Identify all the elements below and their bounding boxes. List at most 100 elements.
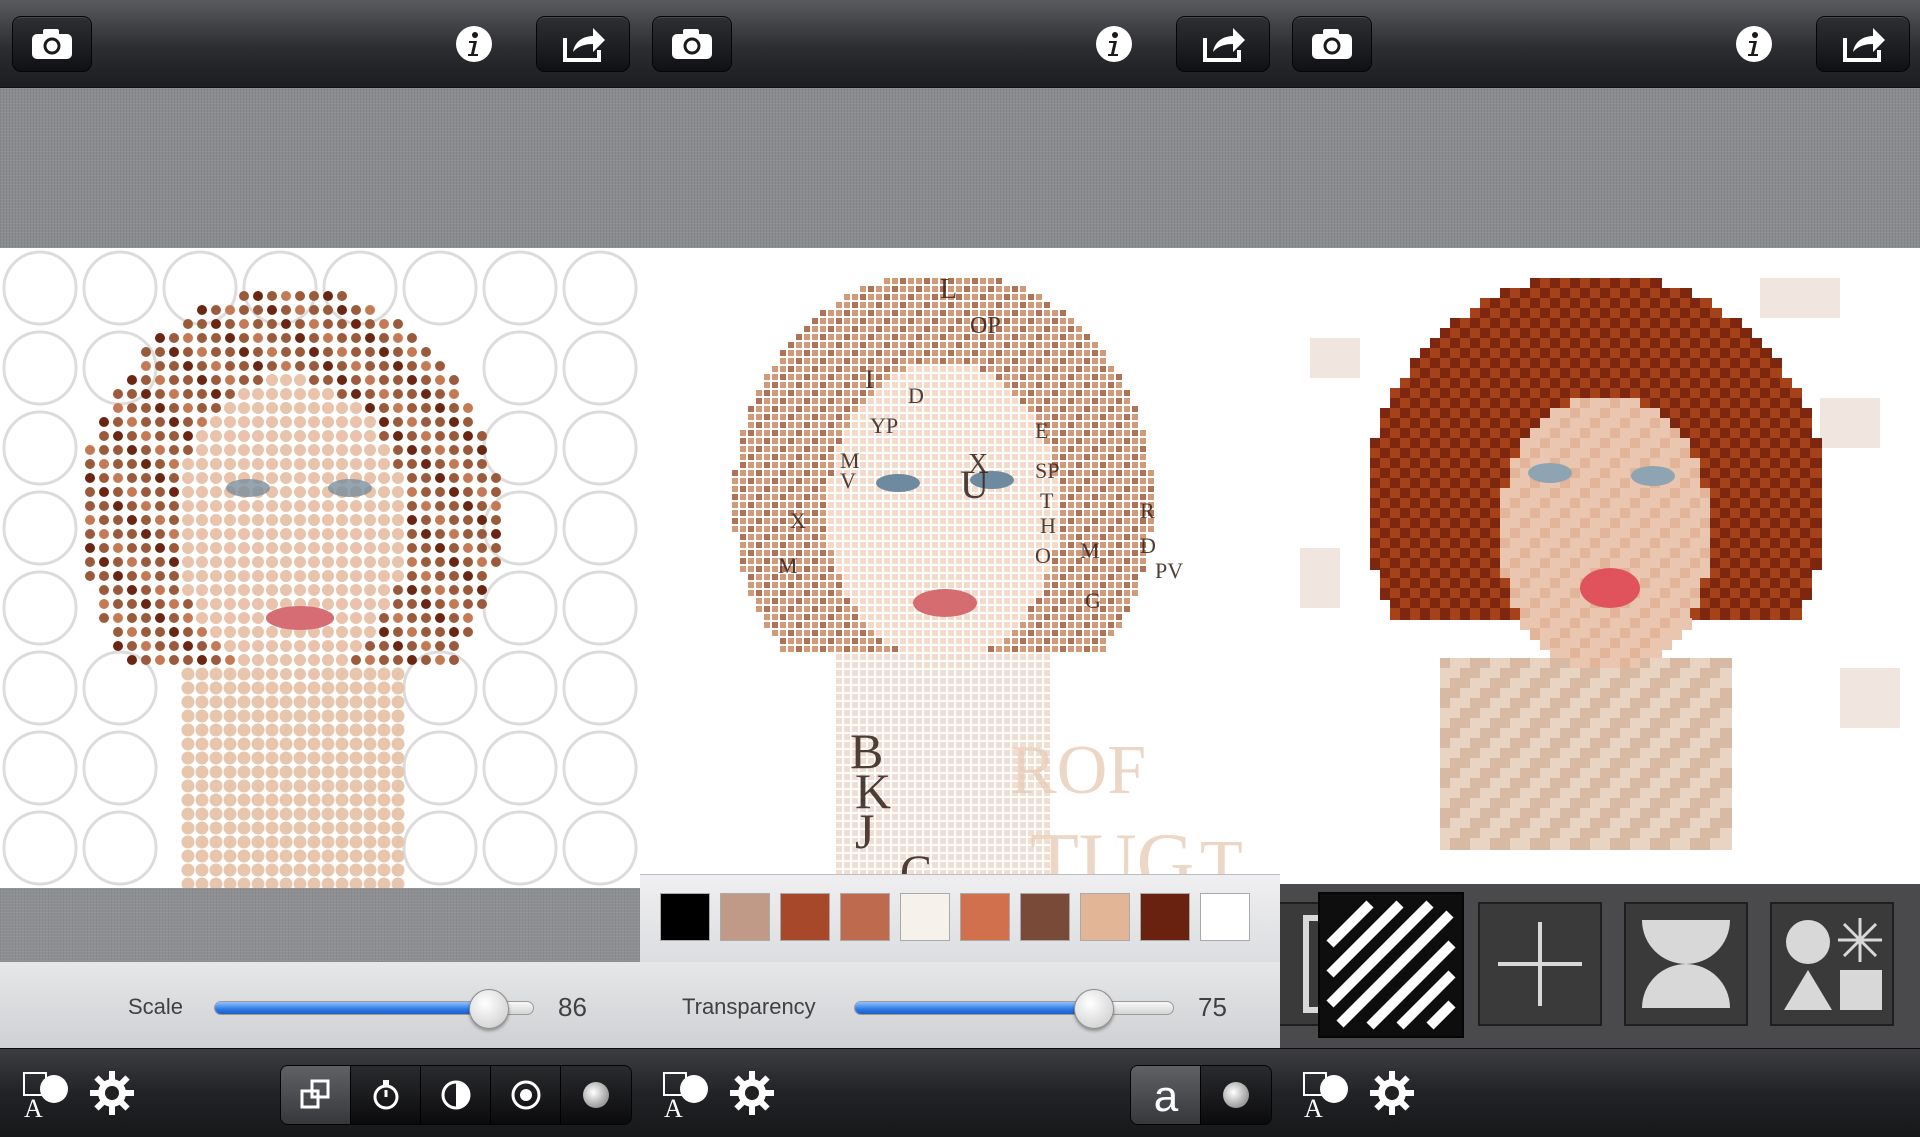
brush-art-canvas[interactable]: [1280, 248, 1920, 888]
mosaic-tile: [996, 798, 1002, 804]
mosaic-tile: [1076, 326, 1082, 332]
color-swatch[interactable]: [1140, 893, 1190, 941]
mosaic-tile: [940, 542, 946, 548]
share-button[interactable]: [536, 16, 630, 72]
mosaic-tile: [932, 654, 938, 660]
camera-button[interactable]: [652, 16, 732, 72]
halftone-dot: [225, 375, 235, 385]
halftone-dot: [377, 765, 391, 779]
halftone-dot: [225, 655, 235, 665]
mosaic-tile: [1076, 446, 1082, 452]
mosaic-tile: [1020, 390, 1026, 396]
mode-contrast[interactable]: [421, 1066, 491, 1124]
halftone-dot: [267, 361, 277, 371]
share-button[interactable]: [1816, 16, 1910, 72]
mode-letter[interactable]: a: [1131, 1066, 1201, 1124]
mosaic-tile: [876, 862, 882, 868]
linen-background: [0, 88, 640, 248]
letter-art-canvas[interactable]: L OP I D X YP M V E SP X M U T H O M G R D PV B K J C ROF TUG T: [640, 248, 1280, 888]
info-icon[interactable]: [1094, 24, 1134, 64]
mode-target[interactable]: [491, 1066, 561, 1124]
color-swatch[interactable]: [1080, 893, 1130, 941]
mosaic-tile: [1068, 622, 1074, 628]
slider-track[interactable]: [854, 1001, 1174, 1015]
color-swatch[interactable]: [960, 893, 1010, 941]
mosaic-letter: V: [840, 468, 856, 493]
color-swatch[interactable]: [780, 893, 830, 941]
mode-dot[interactable]: [1201, 1066, 1271, 1124]
halftone-dot: [169, 361, 179, 371]
halftone-dot: [85, 543, 95, 553]
mosaic-tile: [1116, 438, 1122, 444]
halftone-dot: [392, 556, 404, 568]
circle-art-canvas[interactable]: [0, 248, 640, 888]
shapes-text-icon[interactable]: A: [20, 1065, 76, 1121]
mosaic-tile: [1060, 446, 1066, 452]
halftone-dot: [279, 723, 293, 737]
halftone-dot: [197, 403, 207, 413]
mosaic-tile: [876, 518, 882, 524]
mosaic-tile: [1140, 470, 1146, 476]
halftone-ring: [562, 570, 638, 646]
mosaic-tile: [964, 542, 970, 548]
mosaic-tile: [1028, 494, 1034, 500]
gear-icon[interactable]: [724, 1065, 780, 1121]
mosaic-tile: [884, 358, 890, 364]
mosaic-tile: [988, 630, 994, 636]
mosaic-tile: [796, 422, 802, 428]
mosaic-tile: [748, 478, 754, 484]
mosaic-tile: [908, 630, 914, 636]
mosaic-tile: [804, 486, 810, 492]
mosaic-tile: [940, 854, 946, 860]
halftone-dot: [251, 821, 265, 835]
mosaic-tile: [956, 790, 962, 796]
color-swatch[interactable]: [660, 893, 710, 941]
mosaic-tile: [956, 742, 962, 748]
halftone-dot: [449, 613, 459, 623]
mosaic-tile: [940, 710, 946, 716]
mode-resize[interactable]: [281, 1066, 351, 1124]
halftone-dot: [308, 472, 320, 484]
halftone-dot: [251, 765, 265, 779]
color-swatch[interactable]: [720, 893, 770, 941]
shapes-text-icon[interactable]: A: [660, 1065, 716, 1121]
halftone-dot: [225, 361, 235, 371]
slider-knob[interactable]: [469, 989, 510, 1029]
gear-icon[interactable]: [84, 1065, 140, 1121]
mode-timer[interactable]: [351, 1066, 421, 1124]
mosaic-tile: [908, 502, 914, 508]
mosaic-tile: [1124, 406, 1130, 412]
camera-button[interactable]: [1292, 16, 1372, 72]
mosaic-tile: [860, 678, 866, 684]
halftone-dot: [265, 863, 279, 877]
info-icon[interactable]: [1734, 24, 1774, 64]
mosaic-tile: [884, 550, 890, 556]
halftone-dot: [308, 388, 320, 400]
halftone-dot: [196, 584, 208, 596]
mosaic-tile: [812, 398, 818, 404]
halftone-dot: [279, 821, 293, 835]
mosaic-tile: [948, 446, 954, 452]
color-swatch[interactable]: [840, 893, 890, 941]
mosaic-tile: [852, 510, 858, 516]
mosaic-tile: [1036, 574, 1042, 580]
mosaic-tile: [772, 598, 778, 604]
halftone-dot: [211, 655, 221, 665]
halftone-dot: [197, 417, 207, 427]
mosaic-tile: [756, 470, 762, 476]
slider-knob[interactable]: [1074, 989, 1114, 1029]
color-swatch[interactable]: [1200, 893, 1250, 941]
mosaic-tile: [876, 622, 882, 628]
camera-button[interactable]: [12, 16, 92, 72]
info-icon[interactable]: [454, 24, 494, 64]
mosaic-tile: [852, 694, 858, 700]
color-swatch[interactable]: [1020, 893, 1070, 941]
mosaic-tile: [1124, 590, 1130, 596]
share-button[interactable]: [1176, 16, 1270, 72]
mode-dot[interactable]: [561, 1066, 631, 1124]
mosaic-tile: [916, 454, 922, 460]
mosaic-tile: [852, 654, 858, 660]
halftone-ring: [402, 730, 478, 806]
color-swatch[interactable]: [900, 893, 950, 941]
mosaic-tile: [972, 350, 978, 356]
